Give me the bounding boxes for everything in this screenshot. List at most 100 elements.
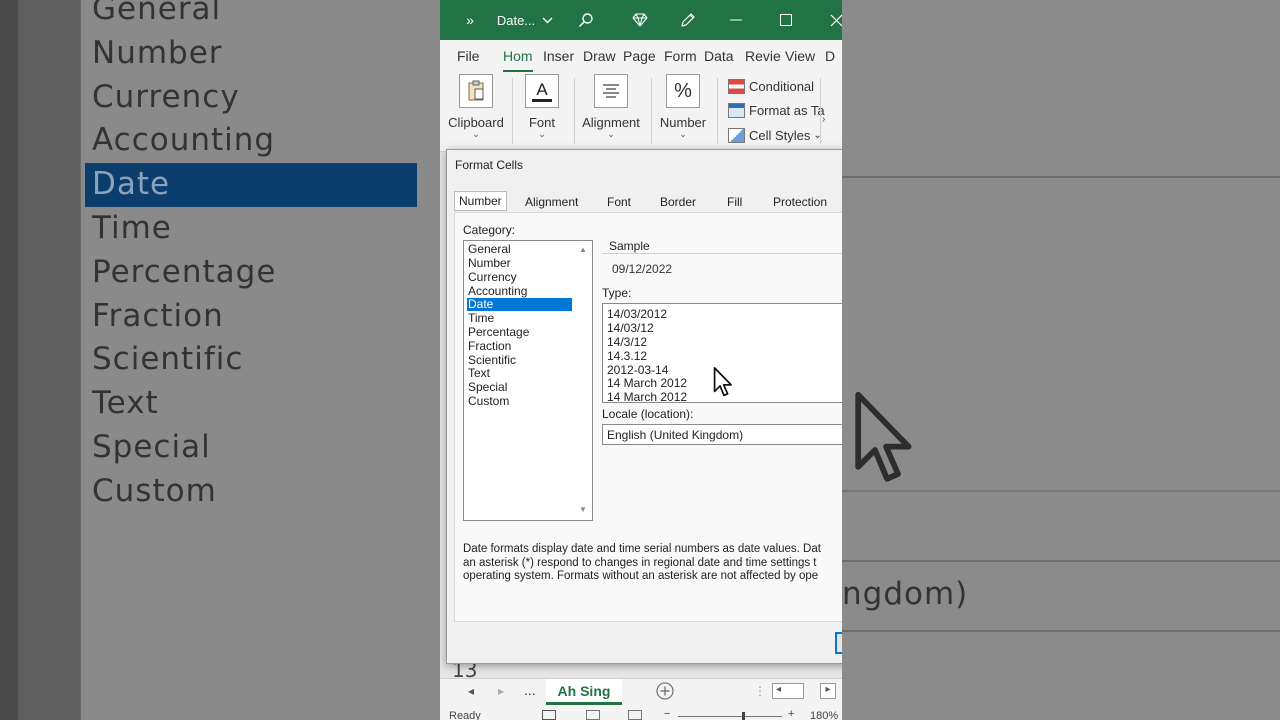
list-item-selected[interactable]: Date bbox=[467, 298, 572, 311]
tab-protection[interactable]: Protection bbox=[769, 193, 831, 211]
page-break-view-icon[interactable] bbox=[628, 710, 642, 720]
window-title: Date... bbox=[496, 12, 536, 28]
prev-sheet-icon[interactable]: ◂ bbox=[468, 684, 474, 698]
sheet-tab-ah-sing[interactable]: Ah Sing bbox=[546, 679, 622, 705]
next-sheet-icon[interactable]: ▸ bbox=[498, 684, 504, 698]
description-line: an asterisk (*) respond to changes in re… bbox=[463, 556, 817, 569]
tab-alignment[interactable]: Alignment bbox=[521, 193, 582, 211]
alignment-icon bbox=[594, 74, 628, 108]
tab-page-layout[interactable]: Page bbox=[623, 48, 656, 64]
chevron-down-icon[interactable] bbox=[538, 0, 556, 40]
diamond-icon[interactable] bbox=[628, 0, 652, 40]
zoom-slider[interactable] bbox=[678, 716, 782, 717]
category-scrollbar[interactable]: ▲ ▼ bbox=[575, 241, 592, 520]
clipboard-label: Clipboard bbox=[448, 115, 504, 130]
zoom-out-icon[interactable]: − bbox=[664, 708, 670, 720]
ok-button[interactable] bbox=[835, 632, 842, 654]
background-category: General bbox=[92, 0, 222, 27]
title-bar: » Date... bbox=[440, 0, 842, 40]
category-label: Category: bbox=[463, 223, 516, 237]
cell-styles-icon bbox=[728, 128, 745, 143]
format-cells-dialog: Format Cells Number Alignment Font Borde… bbox=[446, 149, 842, 664]
list-item[interactable]: 2012-03-14 bbox=[607, 363, 668, 377]
format-as-table-button[interactable]: Format as Ta bbox=[728, 103, 825, 118]
qat-overflow-icon[interactable]: » bbox=[460, 0, 480, 40]
search-icon[interactable] bbox=[574, 0, 598, 40]
maximize-icon[interactable] bbox=[774, 0, 798, 40]
tab-data[interactable]: Data bbox=[704, 48, 734, 64]
scroll-right-icon[interactable]: ▸ bbox=[820, 683, 836, 699]
tab-home[interactable]: Hom bbox=[503, 48, 533, 72]
minimize-icon[interactable] bbox=[724, 0, 748, 40]
more-sheets-button[interactable]: ... bbox=[524, 682, 536, 698]
locale-label: Locale (location): bbox=[602, 407, 694, 421]
tab-number[interactable]: Number bbox=[454, 191, 507, 211]
ribbon-scroll-right-icon[interactable]: › bbox=[822, 114, 825, 125]
tab-review[interactable]: Revie bbox=[745, 48, 781, 64]
background-category: Percentage bbox=[92, 253, 277, 290]
split-handle-icon[interactable]: ⋮ bbox=[754, 684, 766, 698]
tab-border[interactable]: Border bbox=[656, 193, 700, 211]
sample-value: 09/12/2022 bbox=[612, 262, 673, 276]
horizontal-scrollbar[interactable]: ◂ bbox=[772, 683, 804, 699]
mouse-cursor-icon bbox=[713, 366, 732, 397]
alignment-group[interactable]: Alignment ⌄ bbox=[578, 74, 644, 139]
list-item[interactable]: 14 March 2012 bbox=[607, 376, 687, 390]
number-group[interactable]: % Number ⌄ bbox=[656, 74, 710, 139]
background-category-selected: Date bbox=[85, 163, 417, 207]
list-item[interactable]: Currency bbox=[467, 271, 572, 284]
ribbon-separator bbox=[512, 78, 513, 144]
pen-icon[interactable] bbox=[676, 0, 700, 40]
tab-file[interactable]: File bbox=[457, 48, 480, 64]
scroll-left-icon[interactable]: ◂ bbox=[776, 684, 781, 695]
tab-draw[interactable]: Draw bbox=[583, 48, 616, 64]
sample-label: Sample bbox=[607, 239, 652, 253]
list-item[interactable]: General bbox=[467, 243, 572, 256]
chevron-down-icon: ⌄ bbox=[607, 129, 615, 139]
alignment-label: Alignment bbox=[582, 115, 640, 130]
list-item[interactable]: Time bbox=[467, 312, 572, 325]
format-as-table-label: Format as Ta bbox=[749, 103, 825, 118]
list-item[interactable]: Number bbox=[467, 257, 572, 270]
percent-icon: % bbox=[666, 74, 700, 108]
cell-styles-button[interactable]: Cell Styles ⌄ bbox=[728, 128, 822, 143]
font-group[interactable]: A Font ⌄ bbox=[518, 74, 566, 139]
scroll-down-icon[interactable]: ▼ bbox=[579, 505, 587, 514]
tab-insert[interactable]: Inser bbox=[543, 48, 574, 64]
zoom-in-icon[interactable]: + bbox=[788, 708, 794, 720]
ribbon-separator bbox=[820, 78, 821, 144]
list-item[interactable]: 14/03/12 bbox=[607, 321, 654, 335]
locale-select[interactable]: English (United Kingdom) bbox=[602, 424, 842, 445]
list-item[interactable]: 14/3/12 bbox=[607, 335, 647, 349]
list-item[interactable]: Custom bbox=[467, 395, 572, 408]
close-icon[interactable] bbox=[824, 0, 842, 40]
tab-formulas[interactable]: Form bbox=[664, 48, 697, 64]
add-sheet-icon[interactable] bbox=[656, 682, 674, 703]
clipboard-group[interactable]: Clipboard ⌄ bbox=[448, 74, 504, 139]
scroll-up-icon[interactable]: ▲ bbox=[579, 245, 587, 254]
conditional-formatting-button[interactable]: Conditional bbox=[728, 79, 814, 94]
list-item[interactable]: Percentage bbox=[467, 326, 572, 339]
list-item[interactable]: 14/03/2012 bbox=[607, 307, 667, 321]
page-layout-view-icon[interactable] bbox=[586, 710, 600, 720]
background-category: Time bbox=[92, 209, 172, 246]
background-category: Accounting bbox=[92, 122, 276, 159]
zoom-level[interactable]: 180% bbox=[810, 710, 838, 720]
table-icon bbox=[728, 103, 745, 118]
ribbon-separator bbox=[574, 78, 575, 144]
tab-view[interactable]: View bbox=[785, 48, 815, 64]
category-list[interactable]: General Number Currency Accounting Date … bbox=[463, 240, 593, 521]
list-item[interactable]: Text bbox=[467, 367, 572, 380]
background-category: Special bbox=[92, 428, 211, 465]
normal-view-icon[interactable] bbox=[542, 710, 556, 720]
list-item[interactable]: 14.3.12 bbox=[607, 349, 647, 363]
tab-font[interactable]: Font bbox=[603, 193, 635, 211]
background-category: Number bbox=[92, 34, 223, 71]
clipboard-icon bbox=[459, 74, 493, 108]
tab-fill[interactable]: Fill bbox=[723, 193, 746, 211]
list-item[interactable]: Fraction bbox=[467, 340, 572, 353]
list-item[interactable]: Special bbox=[467, 381, 572, 394]
tab-more[interactable]: D bbox=[825, 48, 835, 64]
list-item[interactable]: 14 March 2012 bbox=[607, 390, 687, 404]
zoom-slider-thumb[interactable] bbox=[742, 712, 745, 720]
